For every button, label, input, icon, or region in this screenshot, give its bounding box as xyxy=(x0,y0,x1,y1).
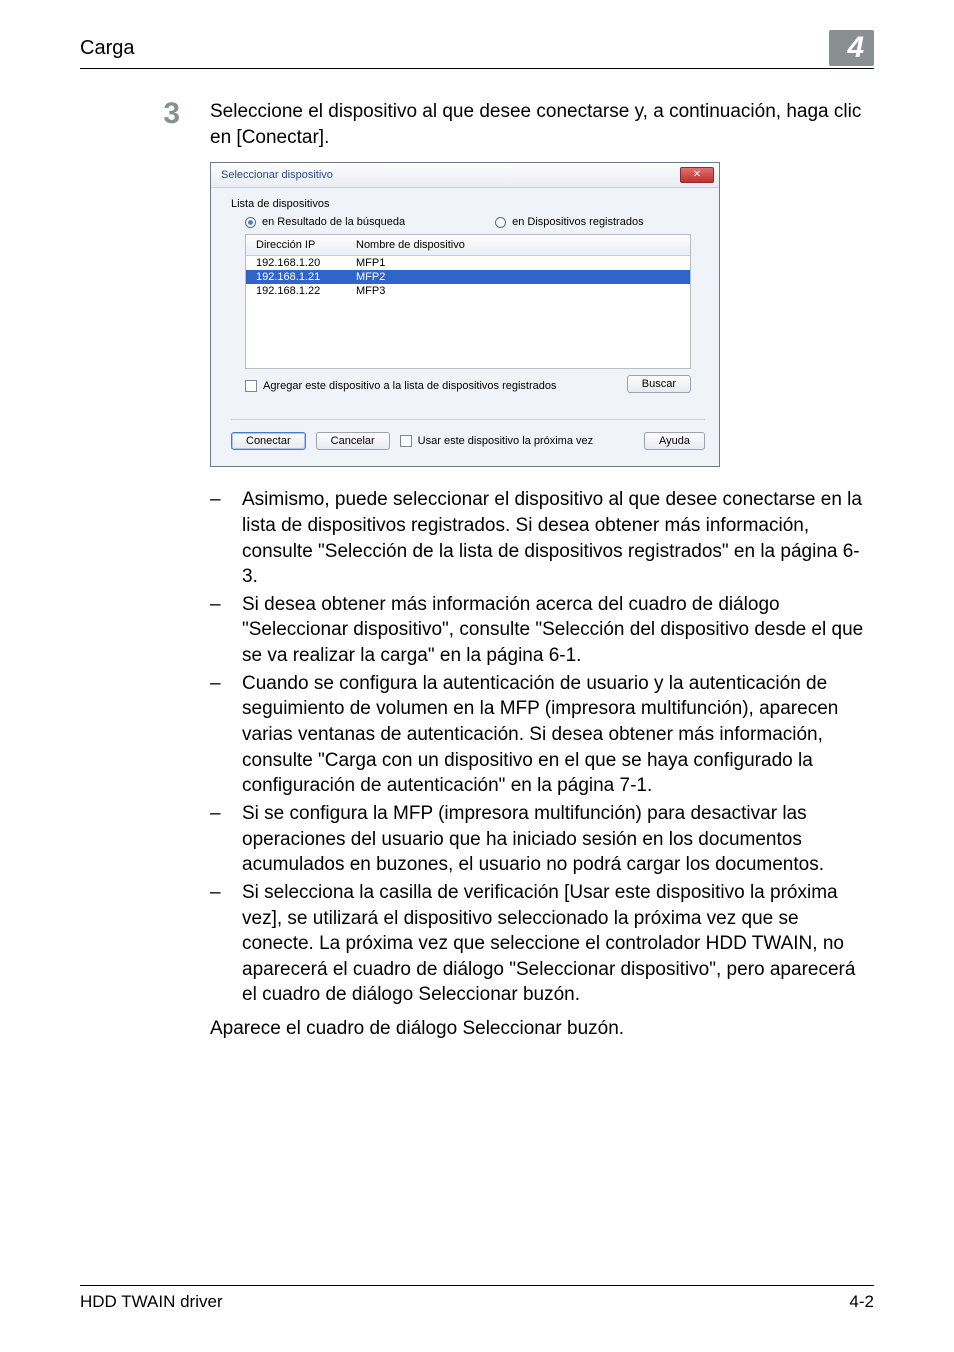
device-ip: 192.168.1.21 xyxy=(246,270,346,284)
connect-button[interactable]: Conectar xyxy=(231,432,306,450)
close-icon: ✕ xyxy=(693,170,701,180)
device-row[interactable]: 192.168.1.22 MFP3 xyxy=(246,284,690,298)
add-to-registered-check[interactable]: Agregar este dispositivo a la lista de d… xyxy=(245,380,556,392)
device-list-header: Dirección IP Nombre de dispositivo xyxy=(246,235,690,256)
source-radio-group: en Resultado de la búsqueda en Dispositi… xyxy=(245,216,705,228)
radio-search-results-label: en Resultado de la búsqueda xyxy=(262,216,405,228)
radio-icon xyxy=(245,217,256,228)
footer-left: HDD TWAIN driver xyxy=(80,1292,223,1312)
checkbox-icon xyxy=(400,435,412,447)
checkbox-icon xyxy=(245,380,257,392)
search-button[interactable]: Buscar xyxy=(627,375,691,393)
use-next-time-check[interactable]: Usar este dispositivo la próxima vez xyxy=(400,435,593,447)
add-to-registered-label: Agregar este dispositivo a la lista de d… xyxy=(263,380,556,392)
select-device-dialog: Seleccionar dispositivo ✕ Lista de dispo… xyxy=(210,162,720,467)
dialog-footer: Conectar Cancelar Usar este dispositivo … xyxy=(231,419,705,450)
step-number: 3 xyxy=(150,99,180,1042)
device-name: MFP1 xyxy=(346,256,690,270)
notes-list: –Asimismo, puede seleccionar el disposit… xyxy=(210,487,874,1008)
device-list-label: Lista de dispositivos xyxy=(231,198,705,210)
page-header: Carga 4 xyxy=(80,30,874,69)
list-item: –Cuando se configura la autenticación de… xyxy=(210,671,874,799)
device-name: MFP3 xyxy=(346,284,690,298)
cancel-button[interactable]: Cancelar xyxy=(316,432,390,450)
dialog-titlebar: Seleccionar dispositivo ✕ xyxy=(211,163,719,188)
list-filler xyxy=(246,298,690,368)
use-next-time-label: Usar este dispositivo la próxima vez xyxy=(418,435,593,447)
radio-registered-devices-label: en Dispositivos registrados xyxy=(512,216,643,228)
step: 3 Seleccione el dispositivo al que desee… xyxy=(150,99,874,1042)
list-item: –Si se configura la MFP (impresora multi… xyxy=(210,801,874,878)
device-ip: 192.168.1.20 xyxy=(246,256,346,270)
list-item: –Asimismo, puede seleccionar el disposit… xyxy=(210,487,874,590)
page: Carga 4 3 Seleccione el dispositivo al q… xyxy=(0,0,954,1352)
page-body: 3 Seleccione el dispositivo al que desee… xyxy=(80,69,874,1042)
help-button[interactable]: Ayuda xyxy=(644,432,705,450)
footer-page-number: 4-2 xyxy=(849,1292,874,1312)
result-text: Aparece el cuadro de diálogo Seleccionar… xyxy=(210,1016,874,1042)
list-item: –Si selecciona la casilla de verificació… xyxy=(210,880,874,1008)
device-row[interactable]: 192.168.1.20 MFP1 xyxy=(246,256,690,270)
device-ip: 192.168.1.22 xyxy=(246,284,346,298)
device-list: Dirección IP Nombre de dispositivo 192.1… xyxy=(245,234,691,369)
col-name-header[interactable]: Nombre de dispositivo xyxy=(346,235,690,255)
close-button[interactable]: ✕ xyxy=(680,167,714,183)
page-footer: HDD TWAIN driver 4-2 xyxy=(80,1285,874,1312)
device-row-selected[interactable]: 192.168.1.21 MFP2 xyxy=(246,270,690,284)
dialog-title: Seleccionar dispositivo xyxy=(221,169,333,181)
device-name: MFP2 xyxy=(346,270,690,284)
radio-registered-devices[interactable]: en Dispositivos registrados xyxy=(495,216,643,228)
radio-search-results[interactable]: en Resultado de la búsqueda xyxy=(245,216,405,228)
chapter-number: 4 xyxy=(829,30,874,66)
step-instruction: Seleccione el dispositivo al que desee c… xyxy=(210,99,874,150)
radio-icon xyxy=(495,217,506,228)
dialog-body: Lista de dispositivos en Resultado de la… xyxy=(211,188,719,466)
list-item: –Si desea obtener más información acerca… xyxy=(210,592,874,669)
col-ip-header[interactable]: Dirección IP xyxy=(246,235,346,255)
section-title: Carga xyxy=(80,37,134,60)
